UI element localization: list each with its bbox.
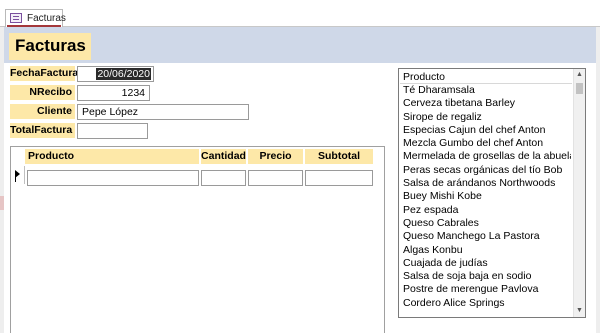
tab-label: Facturas [27,13,66,24]
fecha-factura-value: 20/06/2020 [96,68,151,80]
form-title-box: Facturas [9,33,91,60]
list-item[interactable]: Cerveza tibetana Barley [403,97,571,110]
right-frame [596,27,600,333]
form-header-section [4,27,600,63]
list-item[interactable]: Salsa de arándanos Northwoods [403,177,571,190]
col-header-producto: Producto [25,149,199,164]
scroll-thumb[interactable] [576,83,583,94]
list-item[interactable]: Cordero Alice Springs [403,297,571,310]
cantidad-input[interactable] [201,170,246,186]
total-factura-label: TotalFactura [10,123,75,138]
fecha-factura-label: FechaFactura [10,66,79,81]
listbox-header: Producto [403,71,446,83]
record-selector[interactable] [11,166,25,184]
cliente-label: Cliente [10,104,75,119]
tab-facturas[interactable]: Facturas [5,9,66,27]
list-item[interactable]: Sirope de regaliz [403,111,571,124]
scroll-up-icon[interactable]: ▲ [574,69,585,81]
list-item[interactable]: Cuajada de judías [403,257,571,270]
list-item[interactable]: Queso Cabrales [403,217,571,230]
list-item[interactable]: Buey Mishi Kobe [403,190,571,203]
list-item[interactable]: Queso Manchego La Pastora [403,230,571,243]
precio-input[interactable] [248,170,303,186]
col-header-subtotal: Subtotal [305,149,373,164]
listbox-scrollbar[interactable]: ▲ ▼ [573,69,585,317]
form-icon [10,13,22,23]
list-item[interactable]: Mezcla Gumbo del chef Anton [403,137,571,150]
productos-listbox[interactable]: Producto Té Dharamsala Cerveza tibetana … [398,68,586,318]
scroll-down-icon[interactable]: ▼ [574,305,585,317]
listbox-items: Té Dharamsala Cerveza tibetana Barley Si… [403,84,571,310]
list-item[interactable]: Té Dharamsala [403,84,571,97]
list-item[interactable]: Mermelada de grosellas de la abuela [403,150,571,163]
total-factura-field[interactable] [77,123,148,139]
cliente-field[interactable]: Pepe López [77,104,249,120]
list-item[interactable]: Peras secas orgánicas del tío Bob [403,164,571,177]
list-item[interactable]: Postre de merengue Pavlova [403,283,571,296]
producto-input[interactable] [27,170,199,186]
form-title: Facturas [15,36,86,55]
list-item[interactable]: Especias Cajun del chef Anton [403,124,571,137]
list-item[interactable]: Algas Konbu [403,244,571,257]
col-header-precio: Precio [248,149,303,164]
subtotal-input[interactable] [305,170,373,186]
list-item[interactable]: Salsa de soja baja en sodio [403,270,571,283]
text-cursor-icon [15,171,16,182]
document-tab-strip [0,0,600,27]
nrecibo-field[interactable]: 1234 [77,85,150,101]
fecha-factura-field[interactable]: 20/06/2020 [77,66,154,82]
list-item[interactable]: Pez espada [403,204,571,217]
nrecibo-label: NRecibo [10,85,75,100]
col-header-cantidad: Cantidad [201,149,246,164]
